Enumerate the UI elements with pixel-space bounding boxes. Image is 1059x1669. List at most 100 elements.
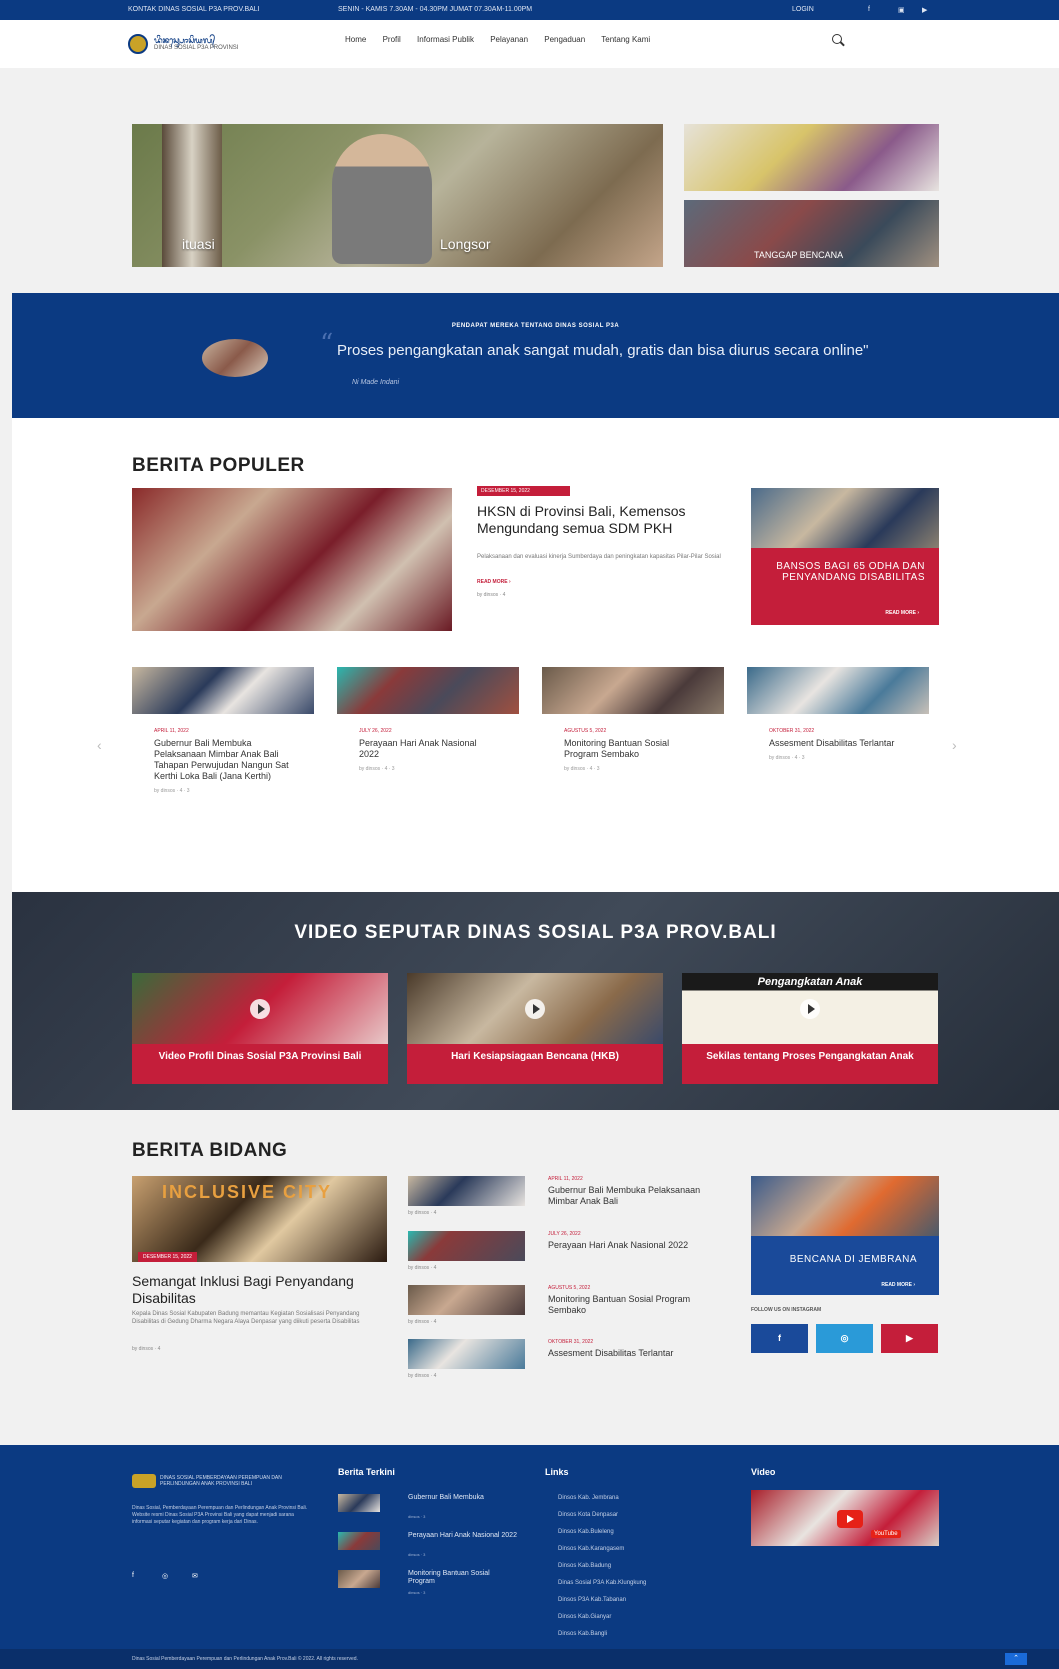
- news-card-date: OKTOBER 31, 2022: [769, 728, 815, 734]
- hero-side-slide-1[interactable]: [684, 124, 939, 191]
- news-card-title[interactable]: Perayaan Hari Anak Nasional 2022: [359, 738, 497, 760]
- news-card[interactable]: APRIL 11, 2022 Gubernur Bali Membuka Pel…: [132, 667, 314, 794]
- footer-news-title[interactable]: Monitoring Bantuan Sosial Program: [408, 1570, 518, 1586]
- popular-side-read-more[interactable]: READ MORE ›: [885, 610, 919, 616]
- login-link[interactable]: LOGIN: [792, 6, 814, 13]
- news-card-title[interactable]: Gubernur Bali Membuka Pelaksanaan Mimbar…: [154, 738, 292, 782]
- news-card-title[interactable]: Monitoring Bantuan Sosial Program Sembak…: [564, 738, 702, 760]
- testimonial-avatar: [202, 339, 268, 377]
- footer-email-icon[interactable]: ✉: [192, 1572, 198, 1580]
- sector-side-read-more[interactable]: READ MORE ›: [881, 1282, 915, 1288]
- youtube-button[interactable]: ▶: [881, 1324, 938, 1353]
- sector-list-title[interactable]: Assesment Disabilitas Terlantar: [548, 1348, 726, 1359]
- copyright-text: Dinas Sosial Pemberdayaan Perempuan dan …: [132, 1656, 358, 1662]
- nav-tentang-kami[interactable]: Tentang Kami: [601, 35, 650, 44]
- sector-featured-title[interactable]: Semangat Inklusi Bagi Penyandang Disabil…: [132, 1273, 387, 1307]
- sector-featured-image[interactable]: INCLUSIVE CITY DESEMBER 15, 2022: [132, 1176, 387, 1262]
- footer-link[interactable]: Dinsos Kab.Buleleng: [558, 1529, 614, 1535]
- sector-list-title[interactable]: Gubernur Bali Membuka Pelaksanaan Mimbar…: [548, 1185, 726, 1207]
- featured-read-more-link[interactable]: READ MORE ›: [477, 579, 511, 585]
- footer-link[interactable]: Dinsos Kab.Gianyar: [558, 1614, 611, 1620]
- nav-pelayanan[interactable]: Pelayanan: [490, 35, 528, 44]
- facebook-button[interactable]: f: [751, 1324, 808, 1353]
- sector-news-title: BERITA BIDANG: [132, 1140, 288, 1161]
- topbar-hours: SENIN - KAMIS 7.30AM - 04.30PM JUMAT 07.…: [338, 6, 533, 13]
- sector-list-item[interactable]: by dinsos · 4 JULY 26, 2022 Perayaan Har…: [408, 1231, 726, 1283]
- sector-side-card[interactable]: BENCANA DI JEMBRANA READ MORE ›: [751, 1176, 939, 1295]
- instagram-button[interactable]: ◎: [816, 1324, 873, 1353]
- video-section-title: VIDEO SEPUTAR DINAS SOSIAL P3A PROV.BALI: [294, 922, 777, 943]
- footer-news-title[interactable]: Gubernur Bali Membuka: [408, 1494, 518, 1502]
- video-thumbnail: [132, 973, 388, 1044]
- facebook-icon[interactable]: f: [868, 6, 870, 13]
- video-caption: Sekilas tentang Proses Pengangkatan Anak: [682, 1044, 938, 1084]
- youtube-play-icon[interactable]: [837, 1510, 863, 1528]
- sector-list-title[interactable]: Perayaan Hari Anak Nasional 2022: [548, 1240, 726, 1251]
- news-card-date: JULY 26, 2022: [359, 728, 392, 734]
- news-card-title[interactable]: Assesment Disabilitas Terlantar: [769, 738, 907, 749]
- play-icon[interactable]: [525, 999, 545, 1019]
- footer-facebook-icon[interactable]: f: [132, 1572, 134, 1579]
- video-thumbnail: [407, 973, 663, 1044]
- footer-news-item[interactable]: Monitoring Bantuan Sosial Program dinsos…: [338, 1570, 518, 1604]
- sector-list-thumb: [408, 1285, 525, 1315]
- play-icon[interactable]: [800, 999, 820, 1019]
- site-logo[interactable]: ᬤᬶᬦᬲ᭄ᬲᭀᬲᬶᬬᬮ᭄ DINAS SOSIAL P3A PROVINSI: [128, 32, 278, 56]
- news-card-date: AGUSTUS 5, 2022: [564, 728, 607, 734]
- youtube-icon[interactable]: ▶: [922, 6, 927, 14]
- play-icon[interactable]: [250, 999, 270, 1019]
- carousel-next-icon[interactable]: ›: [952, 737, 957, 753]
- footer-links-heading: Links: [545, 1467, 569, 1477]
- popular-side-card[interactable]: BANSOS BAGI 65 ODHA DAN PENYANDANG DISAB…: [751, 488, 939, 625]
- popular-side-title: BANSOS BAGI 65 ODHA DAN PENYANDANG DISAB…: [776, 561, 925, 583]
- featured-news-image[interactable]: [132, 488, 452, 631]
- video-card[interactable]: Pengangkatan Anak Sekilas tentang Proses…: [682, 973, 938, 1084]
- sector-list-item[interactable]: by dinsos · 4 APRIL 11, 2022 Gubernur Ba…: [408, 1176, 726, 1228]
- footer-logo-text: DINAS SOSIAL PEMBERDAYAAN PEREMPUAN DAN …: [160, 1475, 282, 1487]
- footer-video-embed[interactable]: YouTube: [751, 1490, 939, 1546]
- news-card-meta: by dinsos · 4 · 3: [564, 766, 600, 772]
- footer-logo-icon: [132, 1474, 156, 1488]
- nav-home[interactable]: Home: [345, 35, 366, 44]
- footer-instagram-icon[interactable]: ◎: [162, 1572, 168, 1580]
- nav-pengaduan[interactable]: Pengaduan: [544, 35, 585, 44]
- sector-list-item[interactable]: by dinsos · 4 OKTOBER 31, 2022 Assesment…: [408, 1339, 726, 1391]
- footer-link[interactable]: Dinsos P3A Kab.Tabanan: [558, 1597, 626, 1603]
- nav-profil[interactable]: Profil: [383, 35, 401, 44]
- hero-main-slide[interactable]: ituasi Longsor: [132, 124, 663, 267]
- footer-link[interactable]: Dinsos Kab.Bangli: [558, 1631, 607, 1637]
- video-card[interactable]: Video Profil Dinas Sosial P3A Provinsi B…: [132, 973, 388, 1084]
- footer-link[interactable]: Dinas Sosial P3A Kab.Klungkung: [558, 1580, 646, 1586]
- footer-link[interactable]: Dinsos Kota Denpasar: [558, 1512, 618, 1518]
- nav-informasi-publik[interactable]: Informasi Publik: [417, 35, 474, 44]
- footer-link[interactable]: Dinsos Kab. Jembrana: [558, 1495, 619, 1501]
- footer-news-title[interactable]: Perayaan Hari Anak Nasional 2022: [408, 1532, 518, 1540]
- video-section: VIDEO SEPUTAR DINAS SOSIAL P3A PROV.BALI…: [12, 892, 1059, 1110]
- back-to-top-button[interactable]: ⌃: [1005, 1653, 1027, 1665]
- video-caption: Video Profil Dinas Sosial P3A Provinsi B…: [132, 1044, 388, 1084]
- popular-news-title: BERITA POPULER: [132, 455, 305, 476]
- main-nav: Home Profil Informasi Publik Pelayanan P…: [345, 35, 664, 44]
- footer-news-item[interactable]: Gubernur Bali Membuka dinsos · 3: [338, 1494, 518, 1528]
- carousel-prev-icon[interactable]: ‹: [97, 737, 102, 753]
- footer-link[interactable]: Dinsos Kab.Karangasem: [558, 1546, 624, 1552]
- sector-list-title[interactable]: Monitoring Bantuan Sosial Program Sembak…: [548, 1294, 726, 1316]
- news-card[interactable]: AGUSTUS 5, 2022 Monitoring Bantuan Sosia…: [542, 667, 724, 772]
- video-card[interactable]: Hari Kesiapsiagaan Bencana (HKB): [407, 973, 663, 1084]
- emblem-icon: [128, 34, 148, 54]
- instagram-icon[interactable]: ▣: [898, 6, 905, 14]
- testimonial-heading: PENDAPAT MEREKA TENTANG DINAS SOSIAL P3A: [451, 323, 620, 329]
- sector-list-meta: by dinsos · 4: [408, 1210, 437, 1216]
- news-card[interactable]: OKTOBER 31, 2022 Assesment Disabilitas T…: [747, 667, 929, 761]
- footer-news-thumb: [338, 1494, 380, 1512]
- hero-image-person: [332, 134, 432, 264]
- footer-link[interactable]: Dinsos Kab.Badung: [558, 1563, 611, 1569]
- footer-news-item[interactable]: Perayaan Hari Anak Nasional 2022 dinsos …: [338, 1532, 518, 1566]
- news-card[interactable]: JULY 26, 2022 Perayaan Hari Anak Nasiona…: [337, 667, 519, 772]
- search-icon[interactable]: [832, 34, 842, 44]
- featured-news-title[interactable]: HKSN di Provinsi Bali, Kemensos Mengunda…: [477, 503, 737, 537]
- news-card-image: [542, 667, 724, 714]
- hero-side-slide-2[interactable]: TANGGAP BENCANA: [684, 200, 939, 267]
- sector-list-item[interactable]: by dinsos · 4 AGUSTUS 5, 2022 Monitoring…: [408, 1285, 726, 1337]
- news-card-image: [747, 667, 929, 714]
